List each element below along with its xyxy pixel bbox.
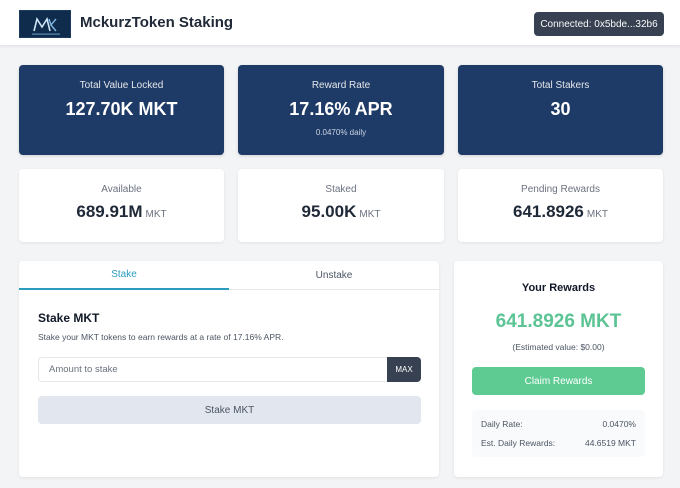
stat-unit: MKT (586, 209, 608, 220)
stake-amount-input[interactable] (38, 357, 387, 382)
stat-value: 17.16% APR (289, 99, 393, 119)
app-header: MckurzToken Staking Connected: 0x5bde...… (0, 0, 680, 46)
info-label: Daily Rate: (481, 419, 523, 429)
rewards-title: Your Rewards (521, 282, 596, 294)
rewards-amount: 641.8926 MKT (495, 311, 622, 332)
tab-unstake[interactable]: Unstake (229, 261, 439, 290)
total-value-locked-card: Total Value Locked 127.70K MKT (19, 65, 224, 155)
daily-rate-subtext: 0.0470% daily (315, 128, 367, 137)
info-value: 44.6519 MKT (584, 438, 636, 448)
info-label: Est. Daily Rewards: (481, 438, 556, 448)
stat-label: Reward Rate (311, 80, 371, 91)
rewards-estimated-value: (Estimated value: $0.00) (512, 342, 605, 352)
stat-label: Staked (325, 184, 357, 195)
stake-tabs: Stake Unstake (19, 261, 439, 290)
reward-rate-card: Reward Rate 17.16% APR 0.0470% daily (238, 65, 444, 155)
total-stakers-card: Total Stakers 30 (458, 65, 663, 155)
stat-value: 127.70K MKT (65, 99, 178, 119)
stake-form-title: Stake MKT (38, 311, 100, 325)
stake-panel: Stake Unstake Stake MKT Stake your MKT t… (19, 261, 439, 477)
est-daily-rewards-row: Est. Daily Rewards: 44.6519 MKT (481, 438, 636, 448)
stake-submit-button[interactable]: Stake MKT (38, 396, 421, 424)
claim-rewards-button[interactable]: Claim Rewards (472, 367, 645, 395)
stat-label: Available (101, 184, 142, 195)
daily-rate-row: Daily Rate: 0.0470% (481, 419, 636, 429)
wallet-connected-button[interactable]: Connected: 0x5bde...32b6 (534, 12, 664, 36)
stat-value: 689.91M MKT (19, 202, 224, 222)
stat-label: Total Value Locked (79, 80, 164, 91)
rewards-info-box: Daily Rate: 0.0470% Est. Daily Rewards: … (472, 410, 645, 457)
stat-amount: 689.91M (76, 202, 143, 221)
stat-amount: 641.8926 (512, 202, 584, 221)
stat-label: Total Stakers (531, 80, 590, 91)
max-button[interactable]: MAX (387, 357, 421, 382)
stake-form-description: Stake your MKT tokens to earn rewards at… (38, 332, 284, 342)
stat-unit: MKT (145, 209, 167, 220)
app-title: MckurzToken Staking (80, 14, 234, 31)
stat-label: Pending Rewards (521, 184, 600, 195)
stat-value: 30 (550, 99, 571, 119)
staked-balance-card: Staked 95.00K MKT (238, 169, 444, 242)
pending-rewards-card: Pending Rewards 641.8926 MKT (458, 169, 663, 242)
available-balance-card: Available 689.91M MKT (19, 169, 224, 242)
stat-unit: MKT (359, 209, 381, 220)
stat-value: 95.00K MKT (238, 202, 444, 222)
stat-amount: 95.00K (301, 202, 357, 221)
mckurz-logo (19, 10, 71, 38)
stat-value: 641.8926 MKT (458, 202, 663, 222)
info-value: 0.0470% (602, 419, 636, 429)
rewards-panel: Your Rewards 641.8926 MKT (Estimated val… (454, 261, 663, 477)
tab-stake[interactable]: Stake (19, 261, 229, 290)
